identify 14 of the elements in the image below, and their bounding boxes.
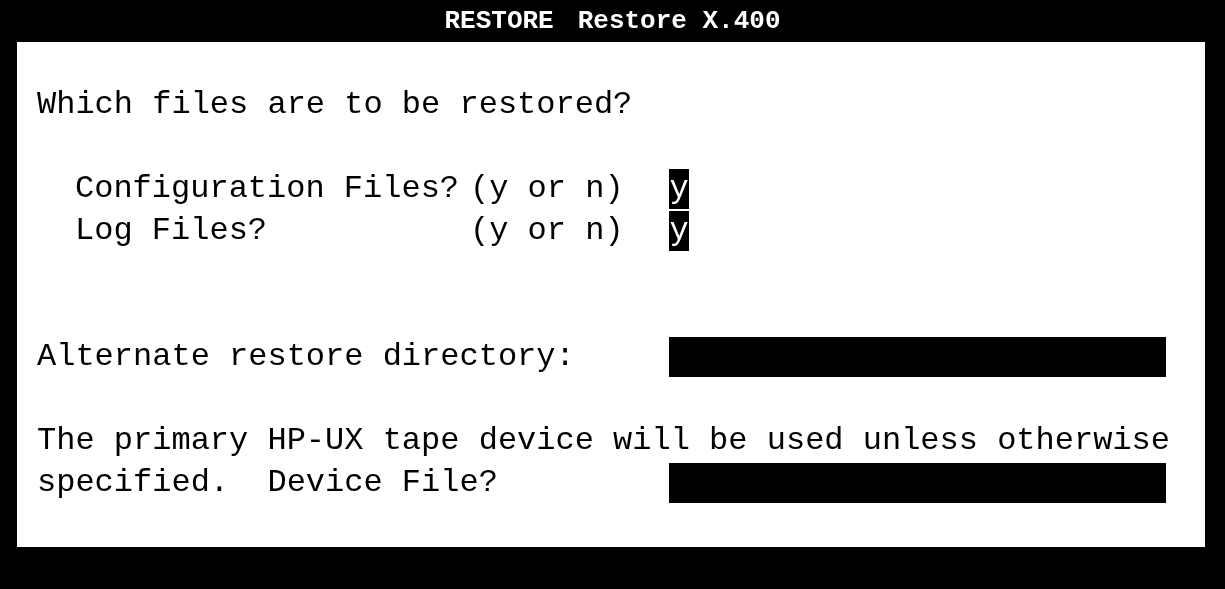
option-hint: (y or n) xyxy=(470,211,625,251)
device-file-field[interactable] xyxy=(669,462,1166,503)
window-title: RESTORE xyxy=(444,4,554,38)
answer-field[interactable]: y xyxy=(669,168,689,209)
option-hint: (y or n) xyxy=(470,169,625,209)
directory-field[interactable] xyxy=(669,336,1166,377)
window-subtitle: Restore X.400 xyxy=(577,4,781,38)
field-label: Alternate restore directory: xyxy=(37,337,576,377)
field-label: specified. Device File? xyxy=(37,463,499,503)
answer-field[interactable]: y xyxy=(669,210,689,251)
note-text: The primary HP-UX tape device will be used unless otherwise xyxy=(37,422,1170,459)
option-label: Log Files? xyxy=(74,211,269,251)
option-label: Configuration Files? xyxy=(74,169,461,209)
question-text: Which files are to be restored? xyxy=(37,86,633,123)
